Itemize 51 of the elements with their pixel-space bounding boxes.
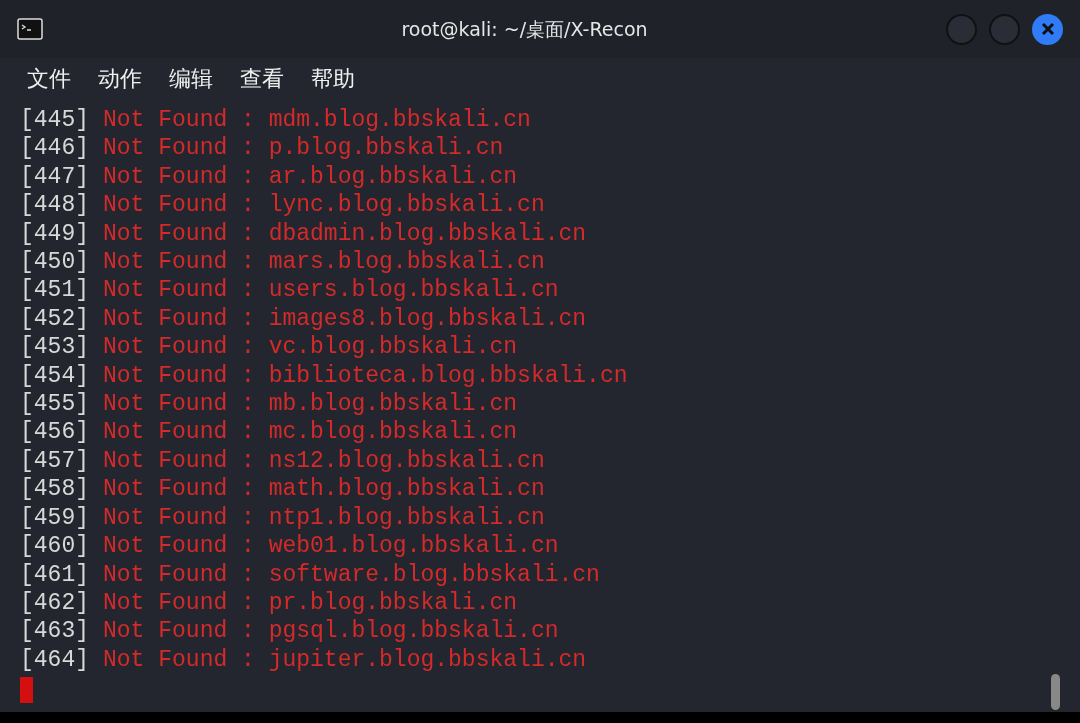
line-index: [451] bbox=[20, 276, 89, 305]
line-index: [462] bbox=[20, 588, 89, 618]
cursor bbox=[20, 677, 33, 704]
error-message: Not Found : vc.blog.bbskali.cn bbox=[103, 333, 518, 362]
error-message: Not Found : pgsql.blog.bbskali.cn bbox=[103, 617, 559, 646]
menu-item[interactable]: 查看 bbox=[240, 61, 284, 95]
line-index: [448] bbox=[20, 191, 89, 220]
error-message: Not Found : lync.blog.bbskali.cn bbox=[103, 191, 545, 220]
error-message: Not Found : software.blog.bbskali.cn bbox=[103, 560, 600, 589]
error-message: Not Found : dbadmin.blog.bbskali.cn bbox=[103, 219, 587, 249]
line-index: [464] bbox=[20, 645, 89, 675]
error-message: Not Found : users.blog.bbskali.cn bbox=[103, 276, 559, 305]
terminal-icon bbox=[17, 18, 43, 40]
error-message: Not Found : ntp1.blog.bbskali.cn bbox=[103, 503, 545, 533]
menu-item[interactable]: 动作 bbox=[98, 61, 142, 95]
line-index: [459] bbox=[20, 503, 89, 533]
error-message: Not Found : p.blog.bbskali.cn bbox=[103, 134, 504, 163]
error-message: Not Found : ar.blog.bbskali.cn bbox=[103, 162, 518, 192]
error-message: Not Found : images8.blog.bbskali.cn bbox=[103, 304, 587, 334]
line-index: [447] bbox=[20, 162, 89, 192]
error-message: Not Found : jupiter.blog.bbskali.cn bbox=[103, 645, 587, 675]
line-index: [452] bbox=[20, 304, 89, 334]
line-index: [454] bbox=[20, 361, 89, 391]
error-message: Not Found : biblioteca.blog.bbskali.cn bbox=[103, 361, 628, 391]
window-title: root@kali: ~/桌面/X-Recon bbox=[401, 16, 648, 42]
line-index: [455] bbox=[20, 390, 89, 419]
line-index: [458] bbox=[20, 475, 89, 504]
line-index: [445] bbox=[20, 106, 89, 135]
error-message: Not Found : math.blog.bbskali.cn bbox=[103, 475, 545, 504]
error-message: Not Found : mars.blog.bbskali.cn bbox=[103, 248, 545, 277]
line-index: [463] bbox=[20, 617, 89, 646]
close-button[interactable] bbox=[1032, 13, 1063, 45]
error-message: Not Found : mdm.blog.bbskali.cn bbox=[103, 106, 531, 135]
menu-item[interactable]: 文件 bbox=[27, 61, 71, 95]
error-message: Not Found : ns12.blog.bbskali.cn bbox=[103, 446, 545, 476]
error-message: Not Found : pr.blog.bbskali.cn bbox=[103, 588, 518, 618]
line-index: [453] bbox=[20, 333, 89, 362]
line-index: [456] bbox=[20, 418, 89, 447]
close-icon bbox=[1040, 22, 1055, 36]
line-index: [449] bbox=[20, 219, 89, 249]
error-message: Not Found : mc.blog.bbskali.cn bbox=[103, 418, 518, 447]
scrollbar-thumb[interactable] bbox=[1051, 674, 1060, 710]
line-index: [457] bbox=[20, 446, 89, 476]
line-index: [450] bbox=[20, 248, 89, 277]
error-message: Not Found : mb.blog.bbskali.cn bbox=[103, 390, 518, 419]
line-index: [460] bbox=[20, 532, 89, 561]
line-index: [446] bbox=[20, 134, 89, 163]
line-index: [461] bbox=[20, 560, 89, 589]
menu-item[interactable]: 编辑 bbox=[169, 61, 213, 95]
error-message: Not Found : web01.blog.bbskali.cn bbox=[103, 532, 559, 561]
menu-item[interactable]: 帮助 bbox=[311, 61, 355, 95]
